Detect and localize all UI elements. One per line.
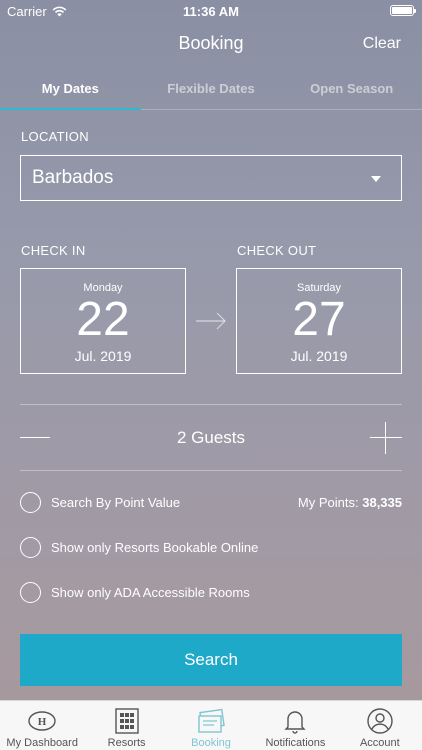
check-in-day: 22 xyxy=(76,293,130,346)
tab-label: Account xyxy=(359,737,400,749)
arrow-right-icon xyxy=(196,312,226,330)
bottom-tab-bar: H My Dashboard Resorts Booking Notificat… xyxy=(0,700,422,750)
tab-my-dashboard[interactable]: H My Dashboard xyxy=(0,701,84,750)
bell-icon xyxy=(284,711,307,734)
option-ada-accessible[interactable]: Show only ADA Accessible Rooms xyxy=(20,581,250,603)
tab-label: My Dashboard xyxy=(6,737,78,749)
svg-text:H: H xyxy=(38,716,47,728)
user-icon xyxy=(367,708,393,734)
building-icon xyxy=(114,708,139,734)
location-select[interactable]: Barbados xyxy=(20,155,402,201)
tab-open-season[interactable]: Open Season xyxy=(281,70,422,109)
check-in-month: Jul. 2019 xyxy=(74,348,132,364)
check-out-day: 27 xyxy=(292,293,346,346)
check-out-date[interactable]: Saturday 27 Jul. 2019 xyxy=(236,268,402,374)
date-mode-tabs: My Dates Flexible Dates Open Season xyxy=(0,70,422,110)
page-title: Booking xyxy=(178,33,244,53)
radio-button[interactable] xyxy=(20,581,41,603)
tab-resorts[interactable]: Resorts xyxy=(84,701,168,750)
tab-booking[interactable]: Booking xyxy=(169,701,253,750)
status-bar: Carrier 11:36 AM xyxy=(0,0,422,22)
divider xyxy=(20,470,402,471)
tab-label: Resorts xyxy=(107,737,146,749)
tab-account[interactable]: Account xyxy=(338,701,422,750)
location-value: Barbados xyxy=(32,167,114,188)
check-in-date[interactable]: Monday 22 Jul. 2019 xyxy=(20,268,186,374)
location-label: LOCATION xyxy=(21,129,89,144)
guests-stepper: 2 Guests xyxy=(20,420,402,456)
check-out-label: CHECK OUT xyxy=(237,243,317,258)
check-in-label: CHECK IN xyxy=(21,243,86,258)
guests-count: 2 Guests xyxy=(176,428,246,447)
option-label: Show only Resorts Bookable Online xyxy=(51,539,259,555)
tab-flexible-dates[interactable]: Flexible Dates xyxy=(141,70,282,109)
caret-down-icon xyxy=(371,176,381,182)
search-button[interactable]: Search xyxy=(20,634,402,686)
option-bookable-online[interactable]: Show only Resorts Bookable Online xyxy=(20,536,258,558)
points-label: My Points: xyxy=(297,495,359,510)
radio-button[interactable] xyxy=(20,536,41,558)
status-time: 11:36 AM xyxy=(183,4,239,19)
tab-label: Booking xyxy=(191,737,231,749)
option-label: Show only ADA Accessible Rooms xyxy=(51,584,250,600)
hilton-logo-icon: H xyxy=(28,711,56,731)
tab-label: Notifications xyxy=(265,737,326,749)
clear-button[interactable]: Clear xyxy=(363,35,401,53)
tab-notifications[interactable]: Notifications xyxy=(253,701,337,750)
tab-my-dates[interactable]: My Dates xyxy=(0,70,141,110)
option-label: Search By Point Value xyxy=(51,494,181,510)
option-point-value[interactable]: Search By Point Value xyxy=(20,491,180,513)
points-value: 38,335 xyxy=(362,495,402,510)
radio-button[interactable] xyxy=(20,491,41,513)
plus-button[interactable] xyxy=(370,422,402,454)
divider xyxy=(20,404,402,405)
my-points: My Points: 38,335 xyxy=(298,495,402,510)
check-out-month: Jul. 2019 xyxy=(290,348,348,364)
ticket-icon xyxy=(198,708,225,733)
battery-icon xyxy=(390,5,416,16)
